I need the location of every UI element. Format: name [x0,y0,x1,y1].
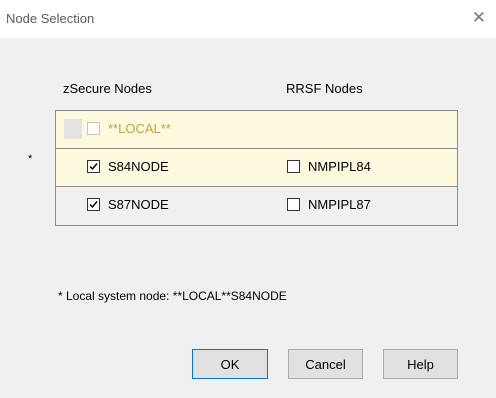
dialog-title: Node Selection [6,11,95,26]
s84node-checkbox[interactable] [87,160,100,173]
nmpipl87-label: NMPIPL87 [308,197,371,212]
local-node-label: **LOCAL** [108,121,171,136]
s87node-checkbox[interactable] [87,198,100,211]
local-node-footnote: * Local system node: **LOCAL**S84NODE [58,289,287,303]
cancel-button[interactable]: Cancel [288,349,363,379]
local-node-checkbox [87,122,100,135]
s84node-label: S84NODE [108,159,169,174]
checkmark-icon [89,201,98,209]
table-row: **LOCAL** [56,111,457,149]
zsecure-nodes-header: zSecure Nodes [63,81,152,96]
node-selection-dialog: Node Selection ✕ zSecure Nodes RRSF Node… [0,0,496,398]
nmpipl87-checkbox[interactable] [287,198,300,211]
rrsf-nodes-header: RRSF Nodes [286,81,363,96]
s87node-label: S87NODE [108,197,169,212]
node-grid: **LOCAL** * S84NODE NMPIPL84 S87NODE NMP… [28,110,458,226]
title-bar: Node Selection ✕ [0,0,496,38]
checkmark-icon [89,163,98,171]
table-row: S87NODE NMPIPL87 [56,187,457,225]
nmpipl84-label: NMPIPL84 [308,159,371,174]
row-selector[interactable] [64,119,82,139]
help-button[interactable]: Help [383,349,458,379]
local-node-marker: * [28,153,33,165]
nmpipl84-checkbox[interactable] [287,160,300,173]
table-row: * S84NODE NMPIPL84 [28,149,457,187]
close-icon[interactable]: ✕ [472,9,486,26]
ok-button[interactable]: OK [192,349,268,379]
